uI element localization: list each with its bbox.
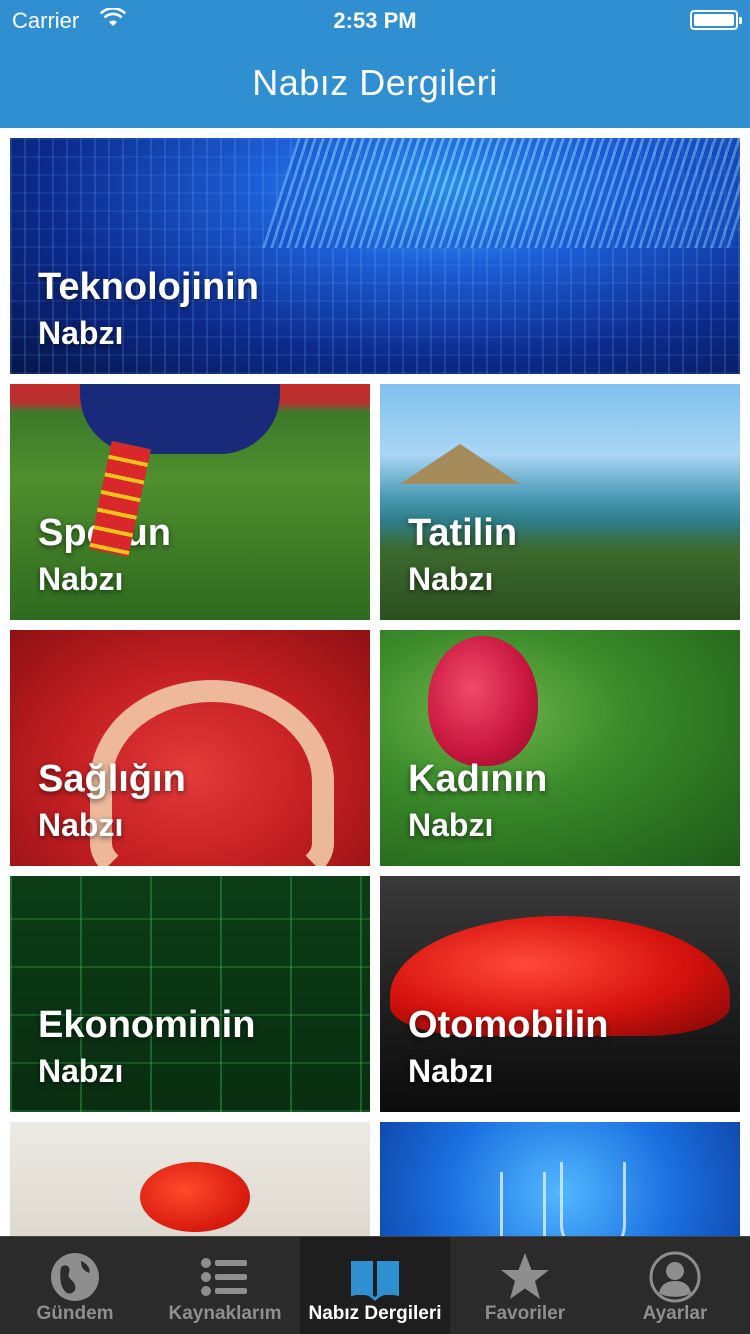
card-title: Kadının <box>408 758 548 800</box>
card-label: Kadının Nabzı <box>408 758 547 844</box>
card-title: Otomobilin <box>408 1004 609 1046</box>
card-label: Teknolojinin Nabzı <box>38 266 259 352</box>
card-subtitle: Nabzı <box>38 1053 124 1089</box>
navigation-header: Carrier 2:53 PM Nabız Dergileri <box>0 0 750 128</box>
card-title: Tatilin <box>408 512 518 554</box>
tab-bar: Gündem Kaynaklarım Nabız Dergileri Favor… <box>0 1236 750 1334</box>
magazine-card-sports[interactable]: Sporun Nabzı <box>10 384 370 620</box>
card-subtitle: Nabzı <box>408 561 494 597</box>
status-bar: Carrier 2:53 PM <box>0 6 750 36</box>
card-subtitle: Nabzı <box>408 807 494 843</box>
globe-icon <box>47 1249 103 1305</box>
tab-ayarlar[interactable]: Ayarlar <box>600 1237 750 1334</box>
magazine-card-health[interactable]: Sağlığın Nabzı <box>10 630 370 866</box>
card-label: Sporun Nabzı <box>38 512 171 598</box>
card-label: Sağlığın Nabzı <box>38 758 186 844</box>
tab-label: Ayarlar <box>642 1303 708 1324</box>
app-screen: Carrier 2:53 PM Nabız Dergileri Teknoloj… <box>0 0 750 1334</box>
card-subtitle: Nabzı <box>38 561 124 597</box>
card-subtitle: Nabzı <box>38 315 124 351</box>
card-title: Sağlığın <box>38 758 186 800</box>
magazine-card-women[interactable]: Kadının Nabzı <box>380 630 740 866</box>
card-label: Otomobilin Nabzı <box>408 1004 609 1090</box>
user-icon <box>647 1249 703 1305</box>
magazine-card-science[interactable] <box>380 1122 740 1236</box>
tab-kaynaklarim[interactable]: Kaynaklarım <box>150 1237 300 1334</box>
star-icon <box>497 1249 553 1305</box>
list-icon <box>197 1249 253 1305</box>
tab-label: Favoriler <box>484 1303 566 1324</box>
page-title: Nabız Dergileri <box>252 62 498 103</box>
card-title: Teknolojinin <box>38 266 259 308</box>
tab-gundem[interactable]: Gündem <box>0 1237 150 1334</box>
card-subtitle: Nabzı <box>38 807 124 843</box>
magazine-card-automobile[interactable]: Otomobilin Nabzı <box>380 876 740 1112</box>
card-label: Ekonominin Nabzı <box>38 1004 255 1090</box>
magazine-card-technology[interactable]: Teknolojinin Nabzı <box>10 138 740 374</box>
tab-nabiz-dergileri[interactable]: Nabız Dergileri <box>300 1237 450 1334</box>
tab-favoriler[interactable]: Favoriler <box>450 1237 600 1334</box>
tab-label: Kaynaklarım <box>168 1303 282 1324</box>
tab-label: Gündem <box>36 1303 114 1324</box>
battery-icon <box>690 10 742 30</box>
card-subtitle: Nabzı <box>408 1053 494 1089</box>
tab-label: Nabız Dergileri <box>308 1303 442 1324</box>
card-title: Sporun <box>38 512 171 554</box>
magazine-grid: Teknolojinin Nabzı Sporun Nabzı Tatilin … <box>0 128 750 1236</box>
magazine-card-food[interactable] <box>10 1122 370 1236</box>
magazine-card-economy[interactable]: Ekonominin Nabzı <box>10 876 370 1112</box>
card-title: Ekonominin <box>38 1004 256 1046</box>
status-time: 2:53 PM <box>333 8 417 33</box>
magazine-card-holiday[interactable]: Tatilin Nabzı <box>380 384 740 620</box>
card-label: Tatilin Nabzı <box>408 512 517 598</box>
book-icon <box>347 1249 403 1305</box>
